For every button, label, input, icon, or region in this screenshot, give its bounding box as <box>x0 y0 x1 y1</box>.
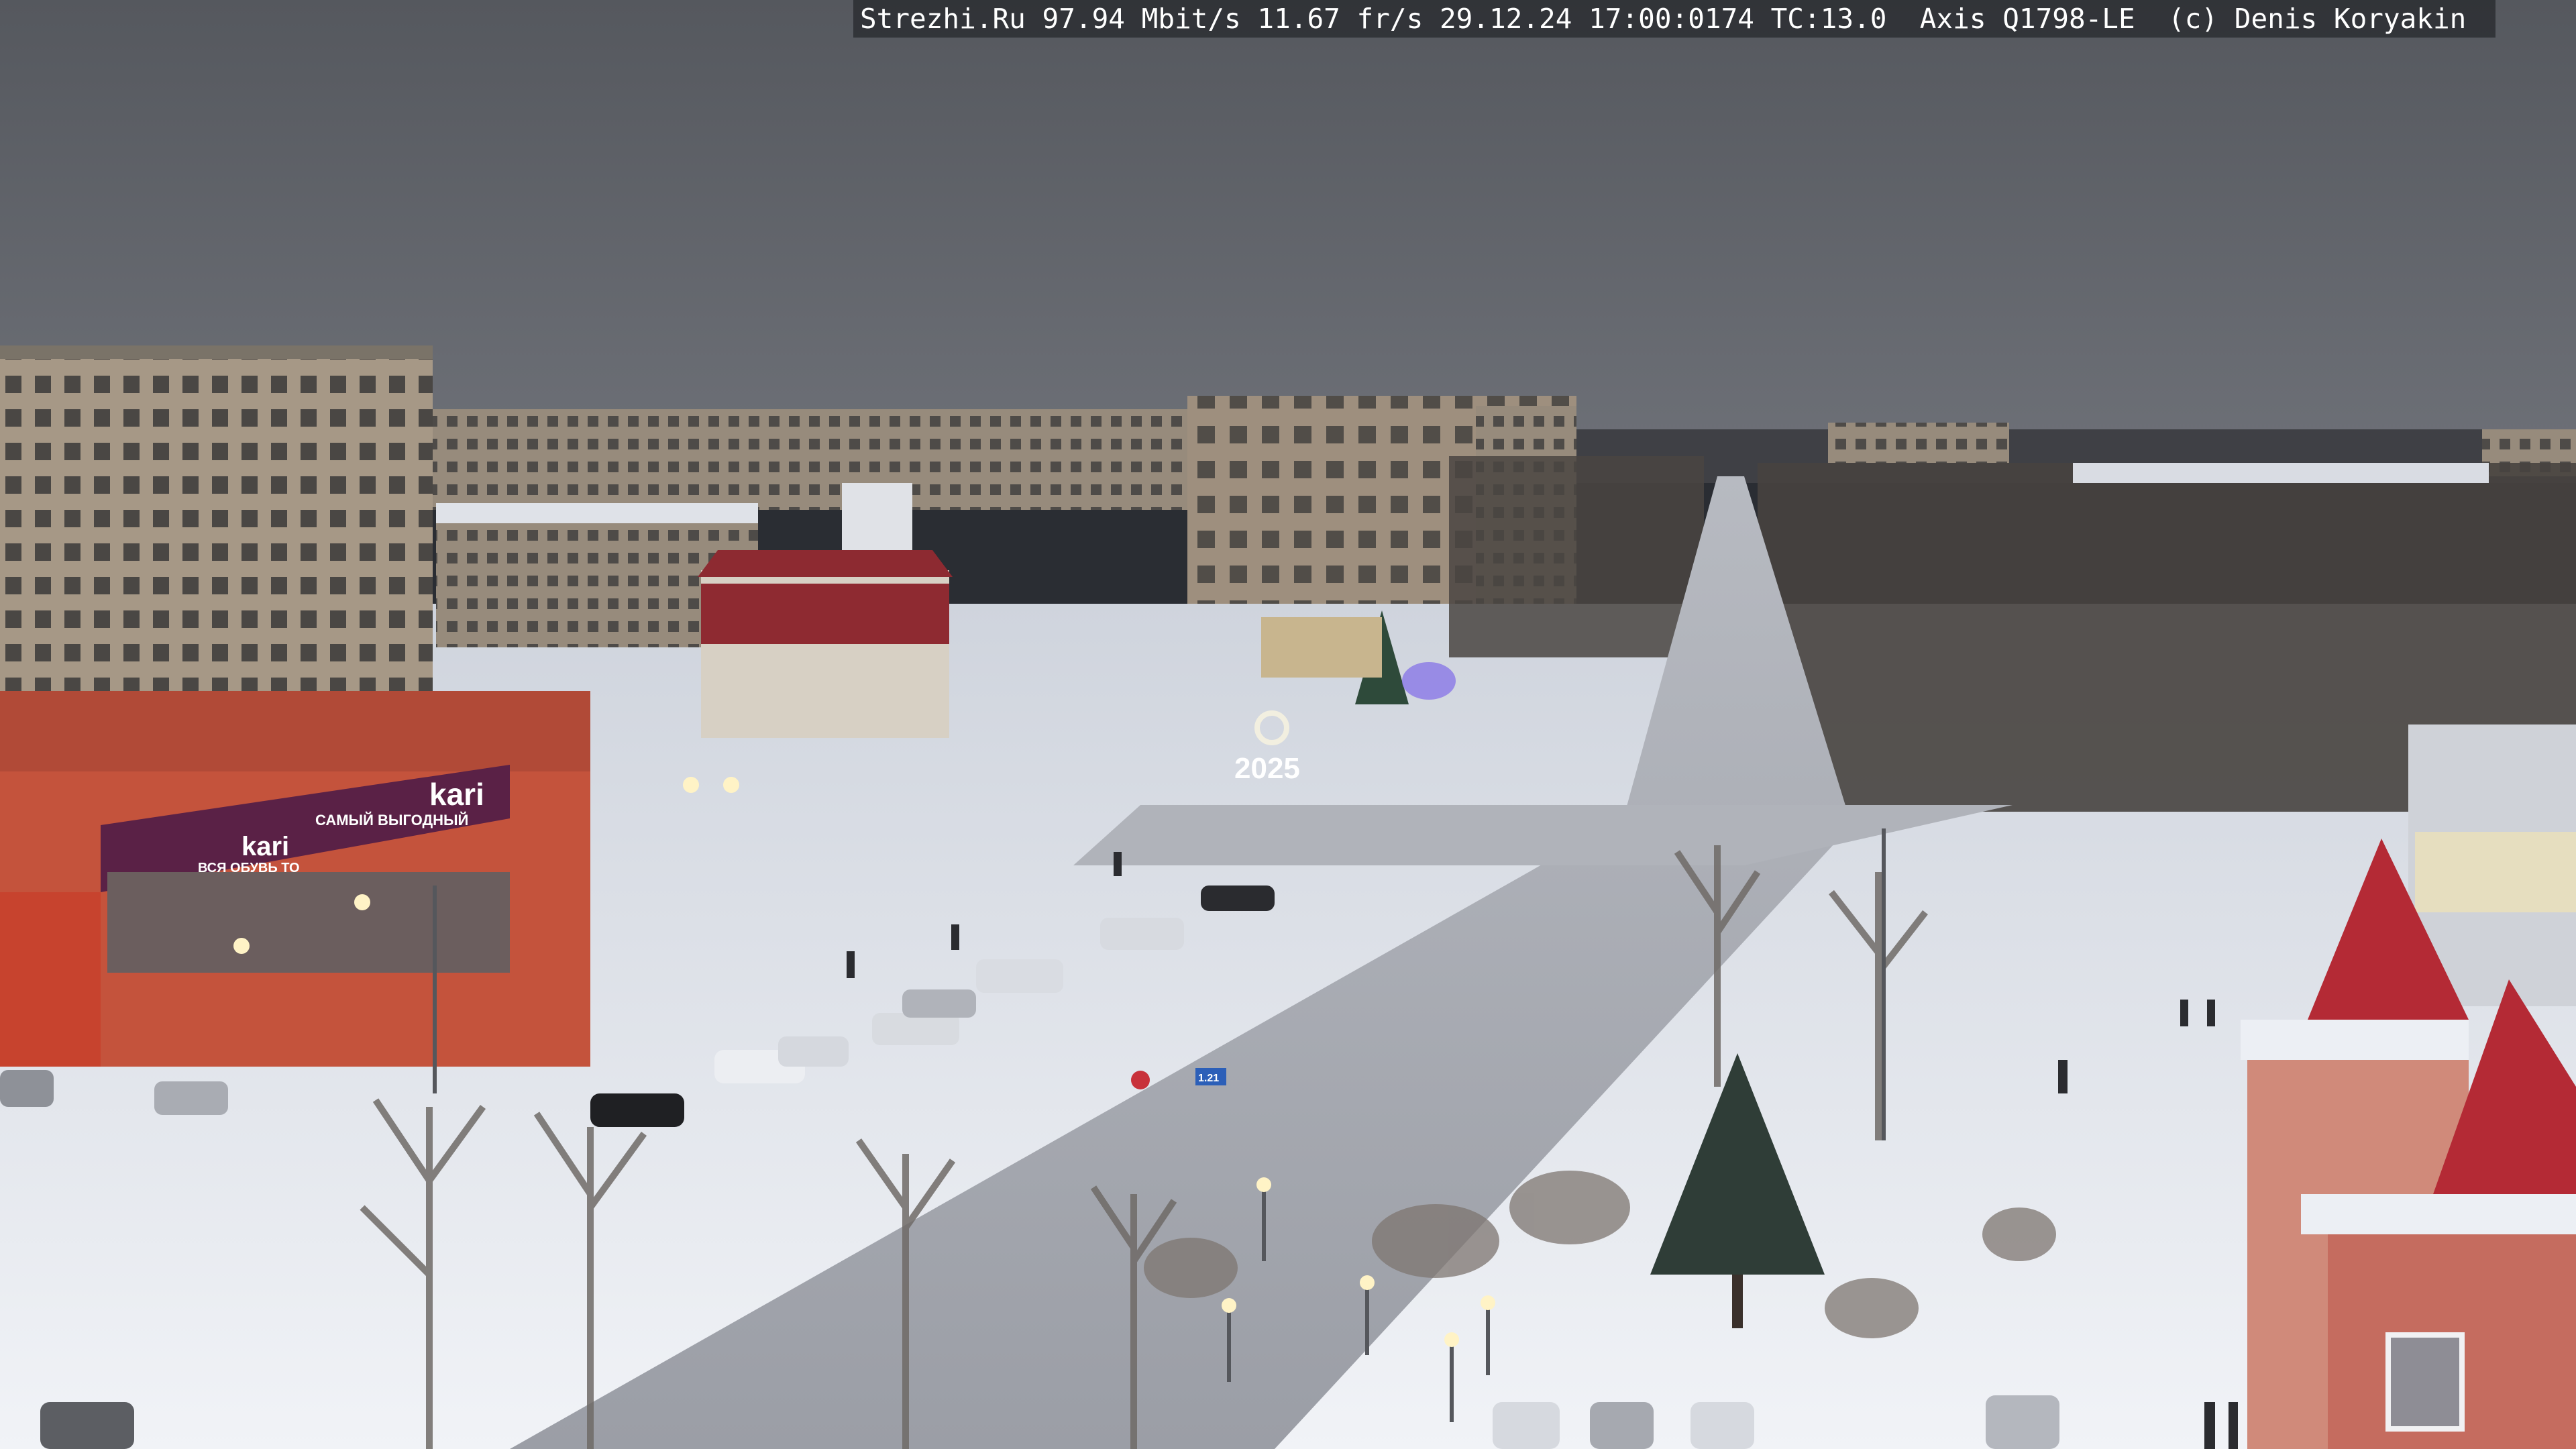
mid-left-roof <box>436 503 758 523</box>
road-sign-label: 1.21 <box>1198 1073 1219 1084</box>
snowy-roofs-right <box>2073 463 2489 483</box>
lamp-light <box>1444 1332 1459 1347</box>
car <box>872 1013 959 1045</box>
store-upper-band <box>0 691 590 771</box>
car <box>976 959 1063 993</box>
tree-band-center <box>1449 456 1704 657</box>
no-entry-sign <box>1131 1071 1150 1089</box>
pedestrian <box>2058 1060 2068 1093</box>
store-slogan-small: ВСЯ ОБУВЬ ТО <box>198 861 300 875</box>
lamp-light <box>1256 1177 1271 1192</box>
snow-on-roof-front <box>2301 1194 2576 1234</box>
shrub <box>1509 1171 1630 1244</box>
store-side-block <box>0 892 101 1067</box>
right-glass-building-lights <box>2415 832 2576 912</box>
camera-osd-overlay: Strezhi.Ru 97.94 Mbit/s 11.67 fr/s 29.12… <box>853 0 2496 38</box>
car <box>1493 1402 1560 1449</box>
car <box>1100 918 1184 950</box>
lamp-light <box>1481 1295 1495 1310</box>
car <box>40 1402 134 1449</box>
city-street-scene: kari kari САМЫЙ ВЫГОДНЫЙ ВСЯ ОБУВЬ ТО 20… <box>0 0 2576 1449</box>
shrub <box>1372 1204 1499 1278</box>
car <box>590 1093 684 1127</box>
pedestrian <box>2229 1402 2238 1449</box>
lamp-light <box>1222 1298 1236 1313</box>
lamp-light <box>683 777 699 793</box>
pedestrian <box>2207 1000 2215 1026</box>
car <box>1201 885 1275 911</box>
lamp-light <box>354 894 370 910</box>
shrub <box>1825 1278 1919 1338</box>
car <box>154 1081 228 1115</box>
lamp-light <box>1360 1275 1375 1290</box>
shrub <box>1144 1238 1238 1298</box>
left-panel-building-roof <box>0 345 433 359</box>
pedestrian <box>1114 852 1122 876</box>
window <box>2385 1332 2465 1432</box>
shrub <box>1982 1208 2056 1261</box>
car <box>1590 1402 1654 1449</box>
pedestrian <box>847 951 855 978</box>
light-dome <box>1402 662 1456 700</box>
small-tower <box>842 483 912 550</box>
pedestrian <box>951 924 959 950</box>
new-year-2025-figure: 2025 <box>1234 752 1300 785</box>
car <box>778 1036 849 1067</box>
far-building-right <box>1828 423 2009 463</box>
car <box>1986 1395 2059 1449</box>
snow-on-roof <box>2241 1020 2469 1060</box>
kari-sign-main: kari <box>429 777 484 812</box>
pedestrian <box>2180 1000 2188 1026</box>
store-glass-front <box>107 872 510 973</box>
car <box>1690 1402 1754 1449</box>
store-slogan: САМЫЙ ВЫГОДНЫЙ <box>315 812 468 828</box>
spruce-trunk <box>1732 1275 1743 1328</box>
plaza-pavilion <box>1261 617 1382 678</box>
red-roof-facade <box>701 584 949 644</box>
car <box>902 989 976 1018</box>
car <box>0 1070 54 1107</box>
lamp-light <box>723 777 739 793</box>
webcam-frame: kari kari САМЫЙ ВЫГОДНЫЙ ВСЯ ОБУВЬ ТО 20… <box>0 0 2576 1449</box>
kari-sign-side: kari <box>241 832 289 861</box>
red-roof <box>698 550 953 577</box>
far-building-row <box>429 409 1187 510</box>
lamp-light <box>233 938 250 954</box>
pedestrian <box>2204 1402 2215 1449</box>
